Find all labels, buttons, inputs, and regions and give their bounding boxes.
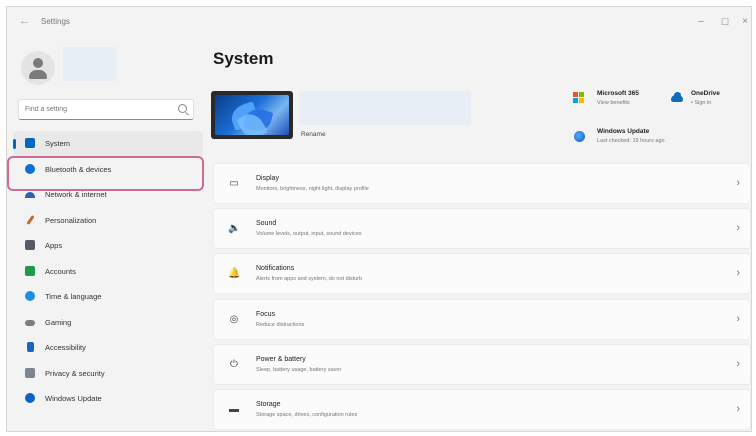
onedrive-subtitle: • Sign in <box>691 100 712 106</box>
settings-row-storage[interactable]: ▬ Storage Storage space, drives, configura… <box>213 388 751 430</box>
globe-clock-icon <box>25 291 35 301</box>
avatar[interactable] <box>21 51 55 85</box>
settings-window: ← Settings – ☐ × SystemBluetooth & devic… <box>6 6 752 432</box>
title-bar: ← Settings – ☐ × <box>7 7 751 39</box>
setting-subtitle: Storage space, drives, configuration rul… <box>256 411 358 418</box>
sidebar-item-label: Privacy & security <box>45 368 105 378</box>
microsoft-365-icon <box>573 92 584 103</box>
display-icon: ▭ <box>229 178 239 189</box>
bell-icon: 🔔 <box>228 268 241 280</box>
sidebar-item-label: Windows Update <box>45 394 102 403</box>
laptop-icon <box>25 138 35 148</box>
search-input[interactable] <box>25 103 173 116</box>
app-title: Settings <box>41 17 70 26</box>
chevron-right-icon: › <box>736 222 740 235</box>
sidebar-item-label: Accounts <box>45 266 76 276</box>
device-thumbnail <box>211 91 293 139</box>
apps-icon <box>25 240 35 250</box>
settings-row-power-battery[interactable]: ⏻ Power & battery Sleep, battery usage, ba… <box>213 343 751 385</box>
brush-icon <box>26 214 35 225</box>
search-box[interactable] <box>18 99 194 120</box>
sidebar-item-time-language[interactable]: Time & language <box>13 284 203 310</box>
accounts-icon <box>25 265 35 276</box>
setting-title: Display <box>256 175 279 182</box>
highlight-annotation <box>7 156 204 191</box>
avatar-head-icon <box>33 58 43 68</box>
ms365-title: Microsoft 365 <box>597 90 639 97</box>
close-button[interactable]: × <box>735 13 751 31</box>
rename-link[interactable]: Rename <box>301 131 326 138</box>
user-name-placeholder <box>63 47 117 81</box>
sidebar-item-apps[interactable]: Apps <box>13 233 203 259</box>
setting-title: Sound <box>256 220 277 228</box>
avatar-body-icon <box>29 70 47 79</box>
sidebar-item-label: Time & language <box>45 292 102 301</box>
sidebar-item-label: Accessibility <box>45 343 86 352</box>
search-icon[interactable] <box>178 104 187 113</box>
sidebar-item-label: Network & internet <box>45 190 107 199</box>
chevron-right-icon: › <box>736 267 740 280</box>
sidebar-item-accounts[interactable]: Accounts <box>13 259 203 285</box>
sidebar-item-windows-update[interactable]: Windows Update <box>13 386 203 412</box>
storage-icon: ▬ <box>229 403 239 415</box>
speaker-icon: 🔈 <box>228 223 241 235</box>
windows-update-title: Windows Update <box>597 128 650 135</box>
sidebar-item-gaming[interactable]: Gaming <box>13 310 203 336</box>
settings-row-notifications[interactable]: 🔔 Notifications Alerts from apps and syste… <box>213 253 751 295</box>
device-name-placeholder <box>299 91 471 125</box>
setting-title: Focus <box>256 310 276 318</box>
chevron-right-icon: › <box>736 357 740 370</box>
update-icon <box>25 393 35 403</box>
chevron-right-icon: › <box>736 312 740 325</box>
network-icon <box>25 192 35 198</box>
setting-subtitle: Alerts from apps and system, do not dist… <box>256 276 363 283</box>
sidebar-item-privacy-security[interactable]: Privacy & security <box>13 361 203 387</box>
accessibility-icon <box>27 342 34 352</box>
setting-title: Power & battery <box>256 355 306 363</box>
chevron-right-icon: › <box>736 402 740 415</box>
windows-update-icon <box>574 131 585 142</box>
sidebar-item-personalization[interactable]: Personalization <box>13 208 203 234</box>
setting-subtitle: Reduce distractions <box>256 321 305 328</box>
settings-row-sound[interactable]: 🔈 Sound Volume levels, output, input, soun… <box>213 208 751 250</box>
wallpaper-image <box>215 95 289 135</box>
maximize-button[interactable]: ☐ <box>715 13 735 31</box>
setting-subtitle: Sleep, battery usage, battery saver <box>256 366 342 373</box>
windows-update-subtitle: Last checked: 19 hours ago <box>597 138 665 144</box>
sidebar-item-system[interactable]: System <box>13 131 203 157</box>
sidebar-item-label: Personalization <box>45 215 97 225</box>
page-title: System <box>213 49 274 68</box>
back-arrow-icon[interactable]: ← <box>19 15 30 27</box>
focus-icon: ◎ <box>229 313 239 325</box>
onedrive-icon <box>671 92 683 102</box>
onedrive-title: OneDrive <box>691 90 720 97</box>
sidebar-item-label: System <box>45 139 71 148</box>
ms365-subtitle: View benefits <box>597 100 630 106</box>
shield-icon <box>25 367 35 378</box>
setting-title: Storage <box>256 400 281 408</box>
settings-row-focus[interactable]: ◎ Focus Reduce distractions › <box>213 298 751 340</box>
power-icon: ⏻ <box>230 358 238 370</box>
setting-subtitle: Volume levels, output, input, sound devi… <box>256 231 362 238</box>
sidebar-item-accessibility[interactable]: Accessibility <box>13 335 203 361</box>
setting-title: Notifications <box>256 265 295 273</box>
setting-subtitle: Monitors, brightness, night light, displ… <box>256 186 369 192</box>
gamepad-icon <box>25 319 35 326</box>
selection-indicator <box>13 139 16 149</box>
minimize-button[interactable]: – <box>691 13 711 31</box>
sidebar-item-label: Apps <box>45 241 63 250</box>
chevron-right-icon: › <box>736 177 740 189</box>
settings-list: ▭ Display Monitors, brightness, night ligh… <box>213 163 751 431</box>
sidebar-item-label: Gaming <box>45 317 72 327</box>
settings-row-display[interactable]: ▭ Display Monitors, brightness, night ligh… <box>213 163 751 204</box>
